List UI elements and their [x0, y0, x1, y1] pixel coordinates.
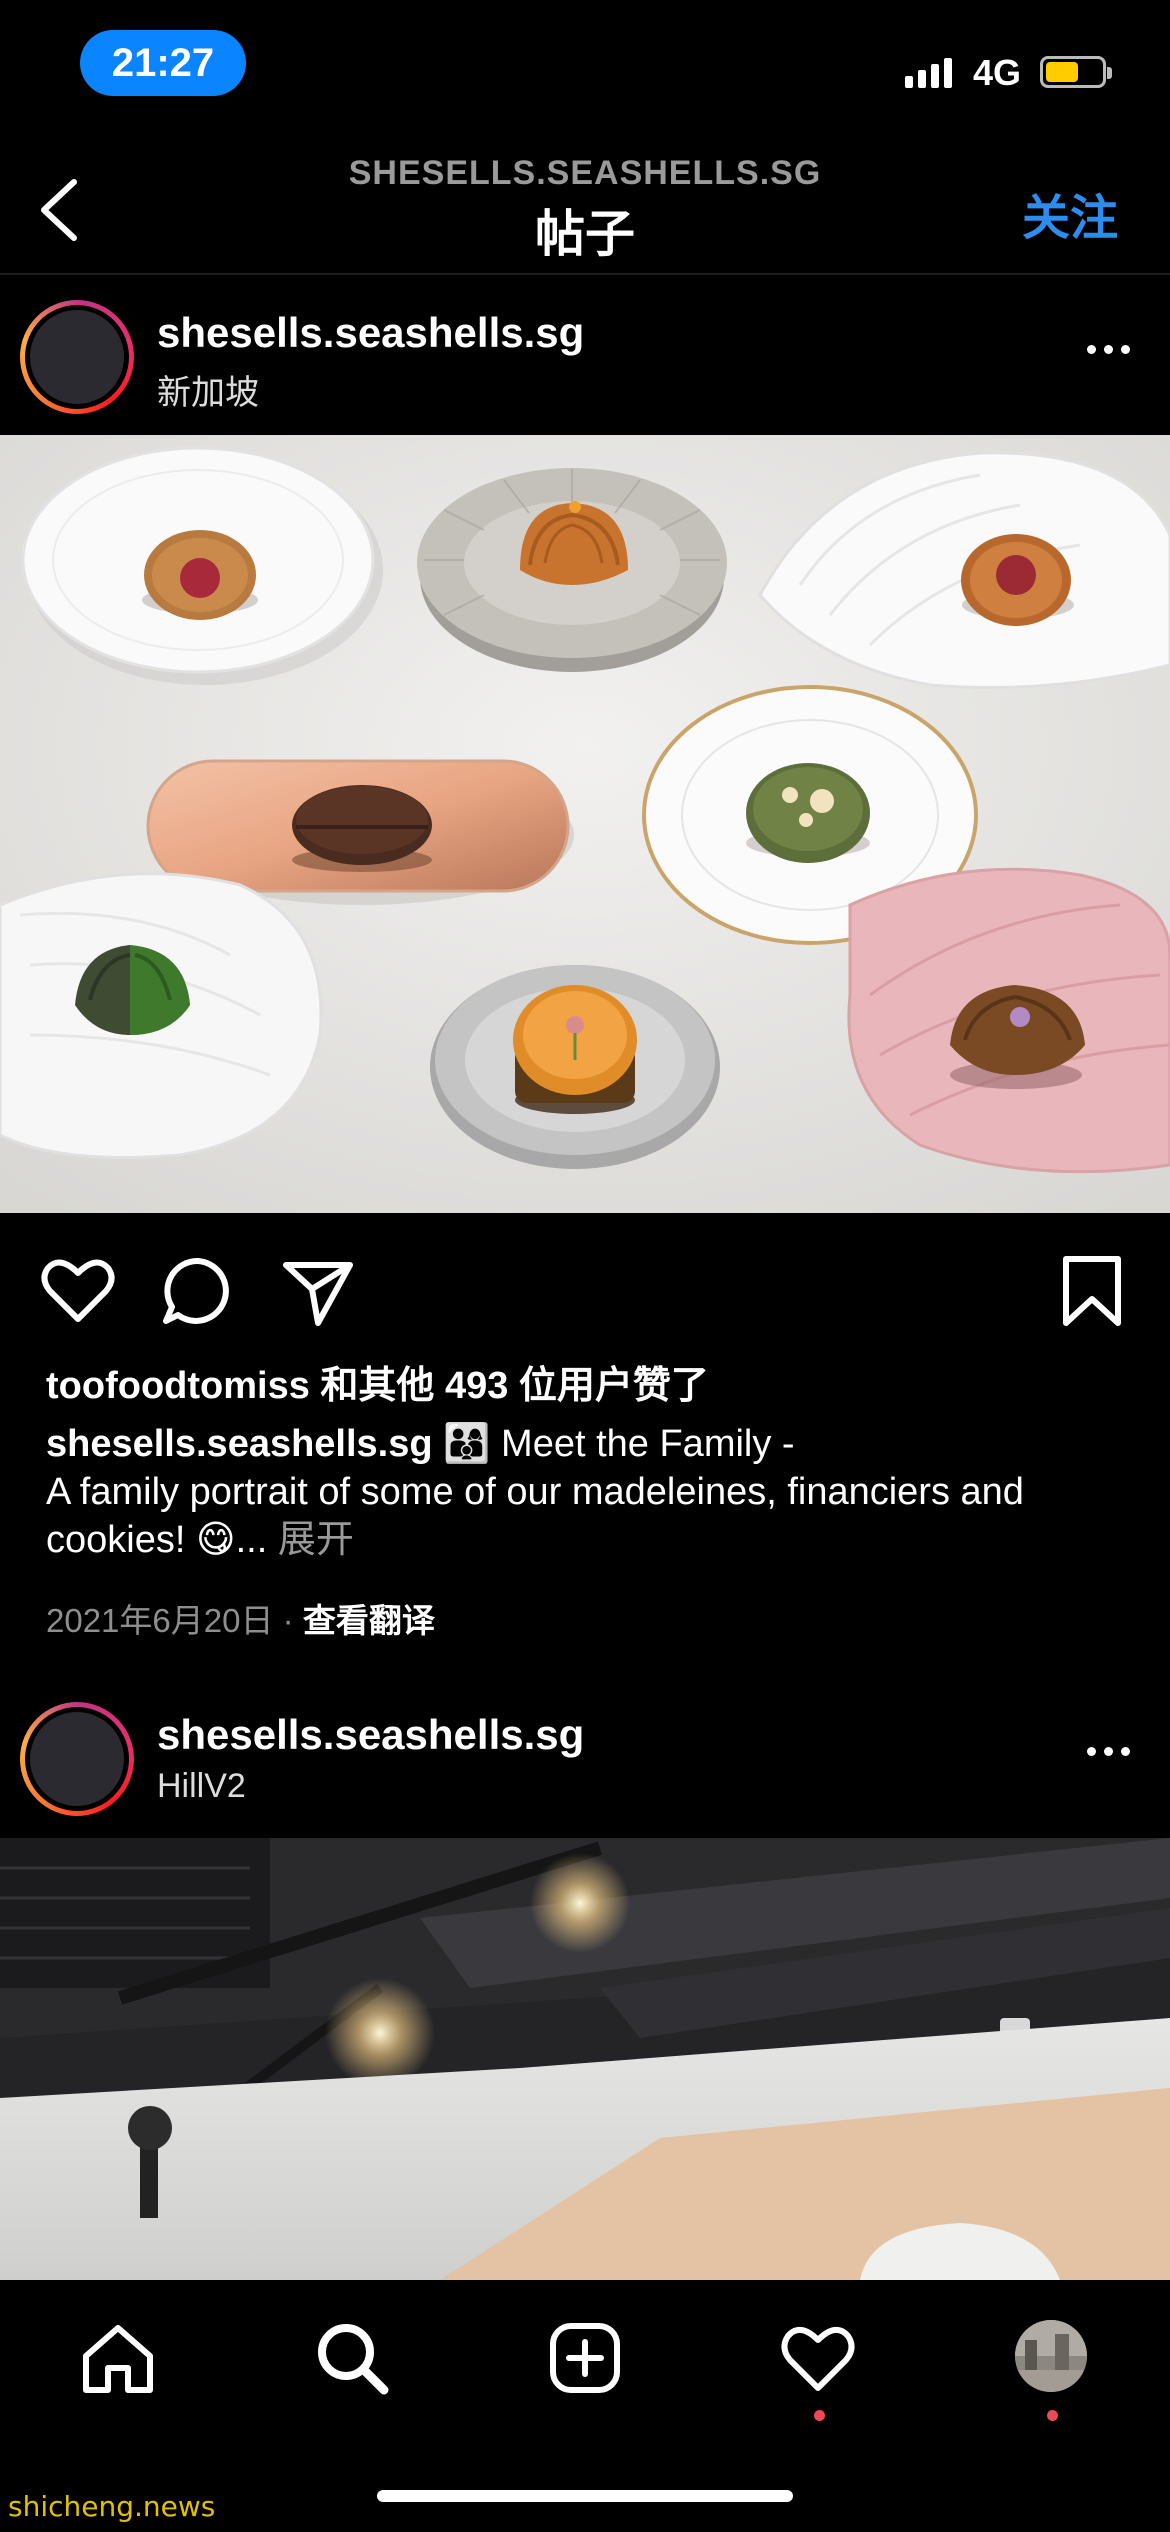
home-indicator[interactable]: [377, 2490, 793, 2502]
separator: ·: [282, 1602, 294, 1639]
caption-ellipsis: ...: [235, 1519, 268, 1561]
status-time[interactable]: 21:27: [80, 30, 246, 96]
share-icon[interactable]: [278, 1251, 358, 1331]
comment-icon[interactable]: [158, 1251, 238, 1331]
status-bar: 21:27 4G: [0, 0, 1170, 130]
more-options-icon[interactable]: [1087, 1747, 1130, 1756]
watermark: shicheng.news: [8, 2490, 216, 2523]
profile-notification-dot: [1047, 2410, 1058, 2421]
follow-button[interactable]: 关注: [1022, 178, 1118, 248]
interior-image: [0, 1838, 1170, 2280]
activity-notification-dot: [814, 2410, 825, 2421]
translate-button[interactable]: 查看翻译: [303, 1602, 435, 1639]
post-location[interactable]: 新加坡: [157, 365, 259, 414]
expand-caption-button[interactable]: 展开: [278, 1519, 354, 1561]
profile-avatar[interactable]: [1015, 2320, 1087, 2392]
family-emoji: 👨‍👩‍👦: [443, 1423, 491, 1465]
pastries-image: [0, 435, 1170, 1213]
more-options-icon[interactable]: [1087, 345, 1130, 354]
avatar[interactable]: [20, 1702, 134, 1816]
create-post-icon[interactable]: [545, 2318, 625, 2398]
post-photo[interactable]: [0, 435, 1170, 1213]
nav-header: SHESELLS.SEASHELLS.SG 帖子 关注: [0, 130, 1170, 275]
post-date: 2021年6月20日: [46, 1602, 274, 1639]
post-header: shesells.seashells.sg HillV2: [0, 1675, 1170, 1835]
activity-heart-icon[interactable]: [778, 2318, 858, 2398]
post-photo[interactable]: [0, 1838, 1170, 2280]
avatar[interactable]: [20, 300, 134, 414]
bookmark-icon[interactable]: [1052, 1251, 1132, 1331]
like-heart-icon[interactable]: [38, 1251, 118, 1331]
nav-subtitle: SHESELLS.SEASHELLS.SG: [348, 154, 822, 192]
post-caption: shesells.seashells.sg 👨‍👩‍👦 Meet the Fam…: [46, 1420, 1136, 1564]
page-title: 帖子: [535, 206, 635, 262]
battery-icon: [1040, 56, 1112, 88]
post-username[interactable]: shesells.seashells.sg: [157, 309, 584, 357]
likes-count[interactable]: toofoodtomiss 和其他 493 位用户赞了: [46, 1354, 709, 1409]
post-location[interactable]: HillV2: [157, 1767, 246, 1806]
home-icon[interactable]: [78, 2318, 158, 2398]
search-icon[interactable]: [312, 2318, 392, 2398]
network-type: 4G: [973, 52, 1022, 93]
post-actions: [0, 1213, 1170, 1363]
yum-emoji: 😋: [195, 1519, 236, 1561]
signal-icon: [905, 58, 952, 88]
post-meta: 2021年6月20日 · 查看翻译: [46, 1594, 435, 1642]
post-username[interactable]: shesells.seashells.sg: [157, 1711, 584, 1759]
post-header: shesells.seashells.sg 新加坡: [0, 273, 1170, 433]
caption-username[interactable]: shesells.seashells.sg: [46, 1423, 433, 1465]
